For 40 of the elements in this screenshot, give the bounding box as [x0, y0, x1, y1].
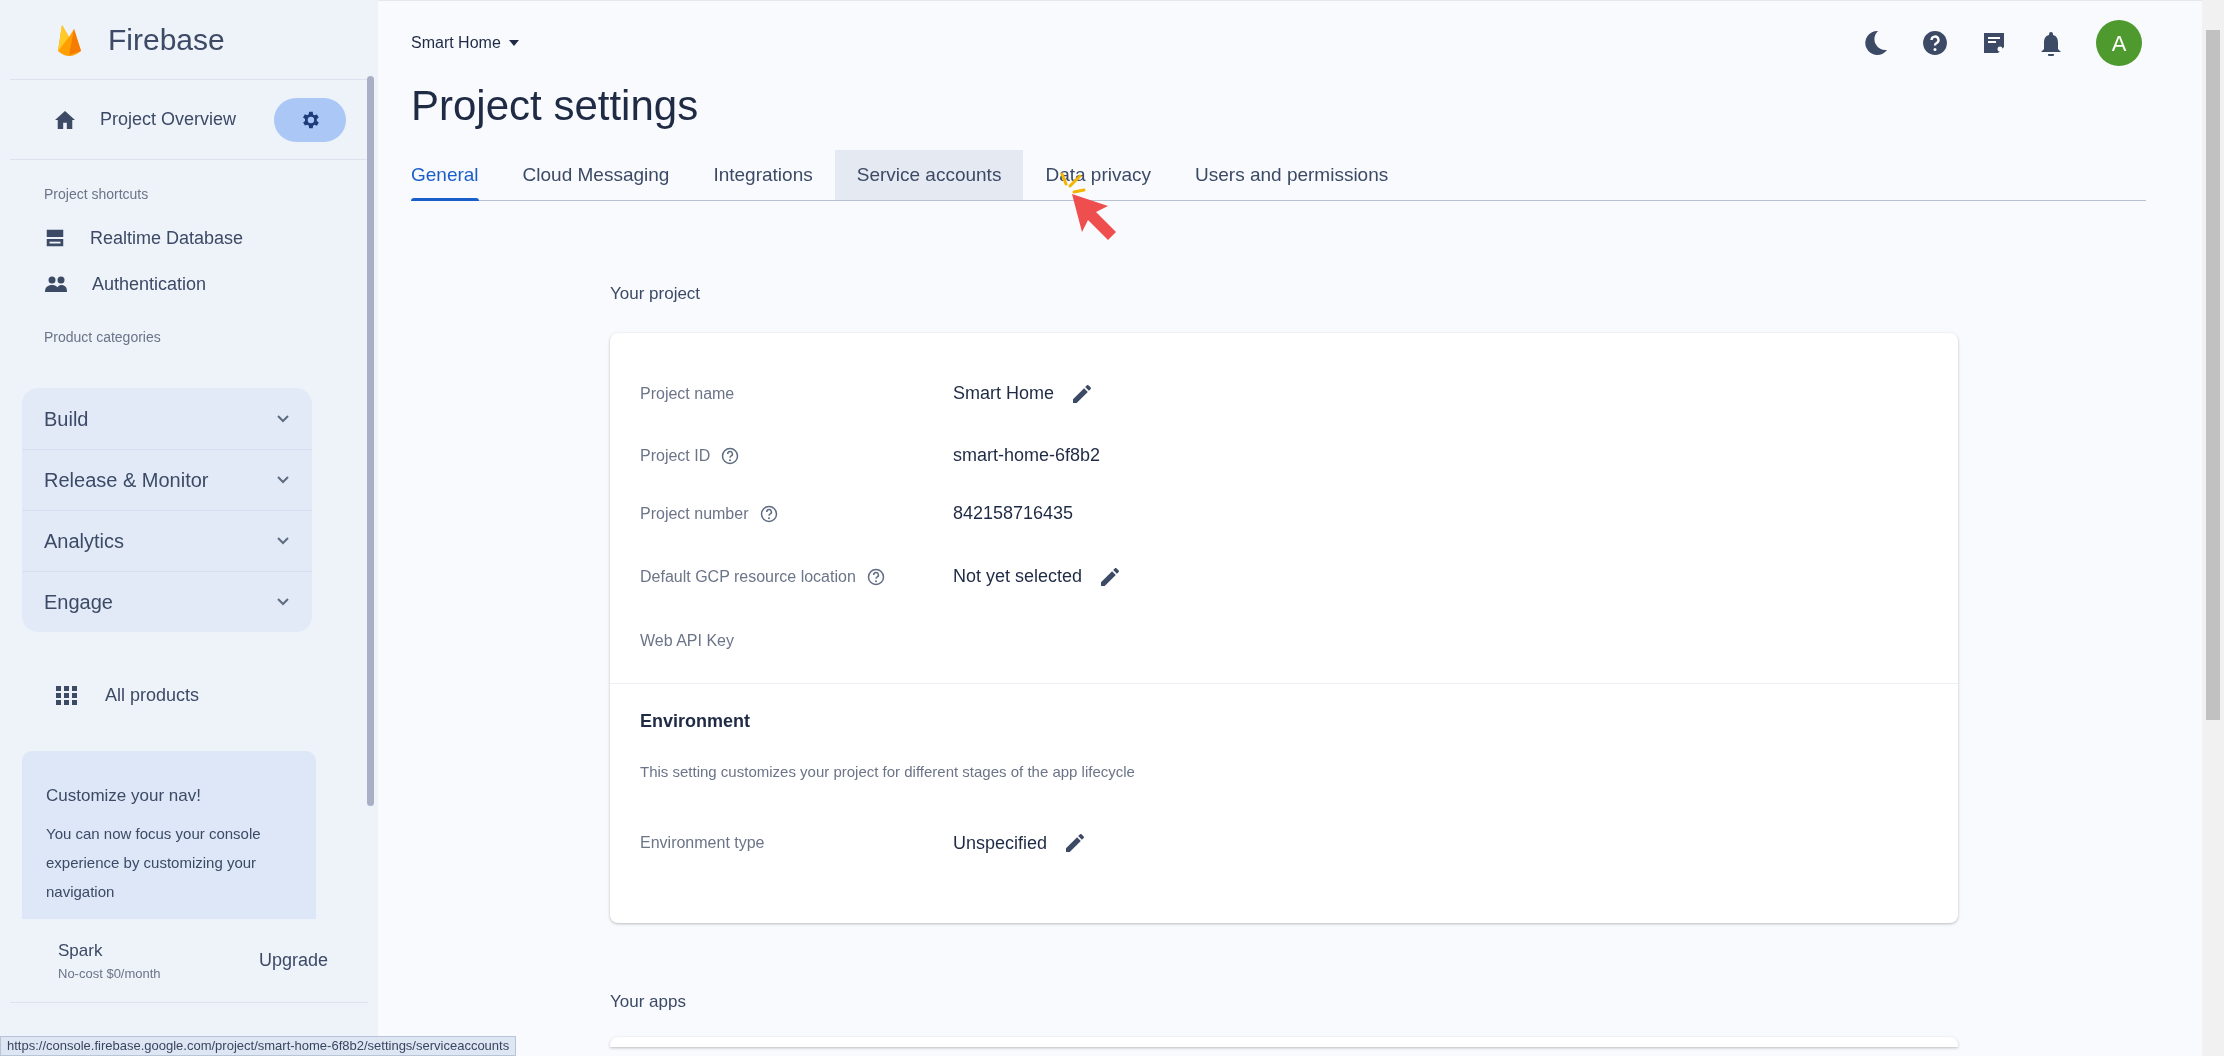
project-overview-link[interactable]: Project Overview: [54, 106, 237, 133]
tab[interactable]: Integrations: [691, 150, 835, 200]
field-value: Not yet selected: [953, 565, 1083, 588]
category-item[interactable]: Engage: [22, 571, 312, 632]
project-dropdown[interactable]: Smart Home: [411, 31, 519, 55]
all-products-link[interactable]: All products: [56, 682, 378, 709]
promo-text: You can now focus your console experience by customizing your navigation: [46, 823, 262, 902]
tab[interactable]: Cloud Messaging: [500, 150, 692, 200]
plan-price: No-cost $0/month: [58, 964, 161, 983]
field-value: 842158716435: [953, 502, 1074, 525]
plan-name: Spark: [58, 940, 104, 962]
section-heading: Your project: [610, 283, 702, 305]
field-label: Environment type: [640, 833, 765, 853]
page-title: Project settings: [410, 81, 700, 131]
section-heading: Your apps: [610, 991, 687, 1013]
field-label: Web API Key: [640, 630, 734, 651]
tab[interactable]: General: [411, 150, 501, 200]
shortcut-link[interactable]: Authentication: [44, 271, 378, 297]
shortcut-link[interactable]: Realtime Database: [44, 225, 378, 251]
tab[interactable]: Users and permissions: [1173, 150, 1411, 200]
field-label: Default GCP resource location: [640, 566, 856, 587]
promo-title: Customize your nav!: [46, 785, 202, 807]
upgrade-button[interactable]: Upgrade: [258, 947, 328, 974]
section-description: This setting customizes your project for different stages of the app lifecycle: [639, 761, 1136, 782]
field-value: Smart Home: [953, 382, 1055, 405]
field-label: Project ID: [640, 445, 711, 466]
field-value: Unspecified: [953, 831, 1048, 855]
status-url: https://console.firebase.google.com/project/smart-home-6f8b2/settings/serviceaccounts: [0, 1036, 517, 1056]
avatar[interactable]: A: [2096, 20, 2142, 66]
field-value: smart-home-6f8b2: [953, 444, 1101, 467]
section-heading: Environment: [639, 709, 751, 733]
section-heading: Product categories: [43, 328, 162, 347]
field-label: Project name: [640, 383, 735, 404]
category-item[interactable]: Release & Monitor: [22, 449, 312, 510]
section-heading: Project shortcuts: [43, 185, 150, 204]
category-item[interactable]: Analytics: [22, 510, 312, 571]
category-item[interactable]: Build: [22, 388, 312, 449]
tab[interactable]: Service accounts: [834, 150, 1024, 200]
brand-name: Firebase: [108, 22, 225, 58]
field-label: Project number: [640, 503, 749, 524]
